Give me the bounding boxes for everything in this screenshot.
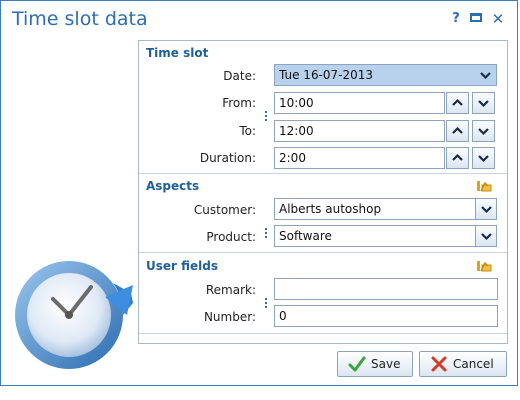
divider-dots [265, 228, 267, 240]
customer-label: Customer: [193, 203, 256, 217]
remark-label: Remark: [205, 283, 256, 297]
remark-input[interactable] [274, 278, 498, 300]
from-input[interactable]: 10:00 [274, 92, 445, 114]
maximize-icon[interactable] [470, 11, 484, 27]
date-select[interactable]: Tue 16-07-2013 [274, 64, 497, 86]
to-down-button[interactable] [472, 120, 495, 142]
edit-fields-icon[interactable] [476, 180, 492, 192]
date-label: Date: [223, 69, 256, 83]
help-icon[interactable]: ? [450, 11, 462, 27]
chevron-down-icon [478, 128, 489, 136]
section-title-time-slot: Time slot [146, 46, 209, 60]
checkmark-icon [348, 356, 366, 372]
duration-down-button[interactable] [472, 147, 495, 169]
save-button-label: Save [371, 357, 401, 371]
form-panel: Time slot Date: Tue 16-07-2013 From: 10:… [138, 40, 508, 344]
chevron-up-icon [452, 126, 463, 134]
chevron-down-icon[interactable] [475, 226, 496, 246]
duration-up-button[interactable] [446, 147, 469, 169]
cancel-button-label: Cancel [453, 357, 494, 371]
chevron-down-icon [478, 155, 489, 163]
save-button[interactable]: Save [337, 351, 413, 377]
customer-value: Alberts autoshop [279, 202, 382, 216]
from-label: From: [222, 96, 256, 110]
from-up-button[interactable] [446, 92, 469, 114]
edit-fields-icon[interactable] [476, 260, 492, 272]
to-input[interactable]: 12:00 [274, 120, 445, 142]
divider-dots [265, 111, 267, 123]
product-value: Software [279, 229, 332, 243]
to-up-button[interactable] [446, 120, 469, 142]
cancel-button[interactable]: Cancel [419, 351, 507, 377]
divider-dots [265, 298, 267, 310]
to-label: To: [239, 124, 256, 138]
chevron-down-icon[interactable] [475, 199, 496, 219]
customer-select[interactable]: Alberts autoshop [274, 198, 497, 220]
cross-icon [431, 356, 447, 372]
close-icon[interactable]: ✕ [491, 11, 505, 27]
section-title-aspects: Aspects [146, 179, 200, 193]
number-label: Number: [203, 310, 256, 324]
chevron-down-icon[interactable] [475, 65, 496, 85]
chevron-down-icon [478, 100, 489, 108]
duration-label: Duration: [199, 151, 256, 165]
section-divider [139, 173, 507, 174]
number-input[interactable]: 0 [274, 305, 498, 327]
section-divider [139, 333, 507, 334]
product-select[interactable]: Software [274, 225, 497, 247]
dialog-title: Time slot data [12, 8, 148, 30]
section-divider [139, 252, 507, 253]
chevron-up-icon [452, 153, 463, 161]
section-title-user-fields: User fields [146, 259, 218, 273]
from-down-button[interactable] [472, 92, 495, 114]
duration-input[interactable]: 2:00 [274, 147, 445, 169]
product-label: Product: [206, 230, 256, 244]
date-value: Tue 16-07-2013 [279, 68, 374, 82]
clock-refresh-icon [15, 261, 133, 369]
chevron-up-icon [452, 98, 463, 106]
time-slot-dialog: Time slot data ? ✕ Time slot Date: Tue 1… [0, 0, 518, 386]
